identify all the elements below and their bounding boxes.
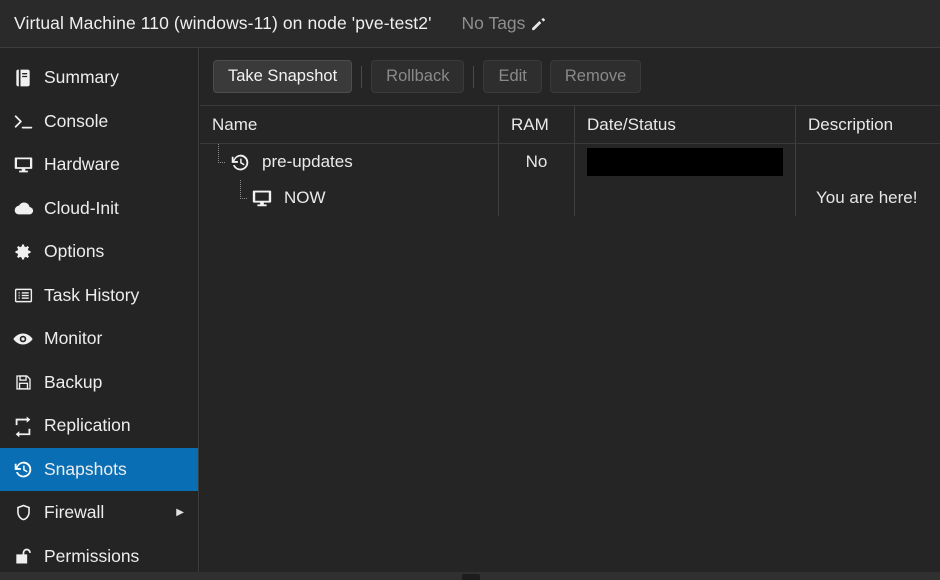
snapshot-name: pre-updates bbox=[262, 152, 353, 171]
remove-button[interactable]: Remove bbox=[549, 60, 642, 93]
sidebar-item-options[interactable]: Options bbox=[0, 230, 198, 274]
sidebar-item-label: Options bbox=[44, 241, 105, 262]
sidebar-item-label: Backup bbox=[44, 371, 103, 392]
proxmox-vm-snapshots-view: Virtual Machine 110 (windows-11) on node… bbox=[0, 0, 940, 580]
sidebar-item-console[interactable]: Console bbox=[0, 100, 198, 144]
history-icon bbox=[10, 459, 36, 480]
snapshot-description-cell bbox=[795, 144, 940, 180]
monitor-icon bbox=[250, 187, 274, 209]
splitter-handle[interactable] bbox=[462, 574, 480, 580]
table-row[interactable]: NOW You are here! bbox=[200, 180, 940, 216]
terminal-icon bbox=[10, 111, 36, 132]
retweet-icon bbox=[10, 415, 36, 437]
sidebar-item-backup[interactable]: Backup bbox=[0, 361, 198, 405]
redaction-box bbox=[587, 148, 783, 176]
snapshot-description-cell: You are here! bbox=[795, 180, 940, 216]
sidebar-item-snapshots[interactable]: Snapshots bbox=[0, 447, 198, 491]
snapshots-toolbar: Take Snapshot Rollback Edit Remove bbox=[200, 48, 940, 105]
snapshot-name-cell[interactable]: pre-updates bbox=[200, 144, 498, 180]
sidebar-item-hardware[interactable]: Hardware bbox=[0, 143, 198, 187]
tree-node: NOW bbox=[210, 180, 326, 216]
table-row[interactable]: pre-updates No bbox=[200, 144, 940, 180]
sidebar-item-task-history[interactable]: Task History bbox=[0, 274, 198, 318]
sidebar-item-monitor[interactable]: Monitor bbox=[0, 317, 198, 361]
tree-connector bbox=[210, 144, 228, 180]
floppy-icon bbox=[10, 373, 36, 392]
column-header-ram[interactable]: RAM bbox=[498, 106, 574, 143]
sidebar-item-label: Summary bbox=[44, 67, 119, 88]
history-icon bbox=[228, 152, 252, 173]
sidebar-item-label: Monitor bbox=[44, 328, 103, 349]
toolbar-separator bbox=[361, 65, 363, 88]
column-header-date-status[interactable]: Date/Status bbox=[574, 106, 795, 143]
sidebar-item-firewall[interactable]: Firewall ▶ bbox=[0, 491, 198, 535]
snapshot-date-cell bbox=[574, 144, 795, 180]
page-title: Virtual Machine 110 (windows-11) on node… bbox=[14, 13, 432, 33]
sidebar-item-label: Firewall bbox=[44, 502, 105, 523]
toolbar-separator bbox=[473, 65, 475, 88]
snapshots-panel: Take Snapshot Rollback Edit Remove Name … bbox=[200, 48, 940, 580]
take-snapshot-button[interactable]: Take Snapshot bbox=[213, 60, 353, 93]
monitor-icon bbox=[10, 154, 36, 175]
tree-connector bbox=[232, 180, 250, 216]
list-icon bbox=[10, 285, 36, 306]
sidebar-item-summary[interactable]: Summary bbox=[0, 56, 198, 100]
sidebar-item-label: Snapshots bbox=[44, 458, 127, 479]
snapshots-grid: Name RAM Date/Status Description pre-upd… bbox=[200, 105, 940, 216]
sidebar-item-label: Task History bbox=[44, 284, 140, 305]
window-header: Virtual Machine 110 (windows-11) on node… bbox=[0, 0, 940, 48]
sidebar: Summary Console Hardware Cloud-Init Opti… bbox=[0, 48, 199, 580]
grid-body: pre-updates No NOW You are here! bbox=[200, 144, 940, 216]
rollback-button[interactable]: Rollback bbox=[371, 60, 465, 93]
book-icon bbox=[10, 68, 36, 88]
shield-icon bbox=[10, 503, 36, 522]
sidebar-item-label: Permissions bbox=[44, 545, 140, 566]
sidebar-item-label: Replication bbox=[44, 415, 131, 436]
snapshot-name-cell[interactable]: NOW bbox=[200, 180, 498, 216]
edit-button[interactable]: Edit bbox=[483, 60, 542, 93]
unlock-icon bbox=[10, 546, 36, 566]
sidebar-item-label: Hardware bbox=[44, 154, 120, 175]
column-header-description[interactable]: Description bbox=[795, 106, 940, 143]
snapshot-name: NOW bbox=[284, 188, 326, 207]
snapshot-ram-cell bbox=[498, 180, 574, 216]
sidebar-item-replication[interactable]: Replication bbox=[0, 404, 198, 448]
sidebar-item-label: Console bbox=[44, 110, 109, 131]
tree-node: pre-updates bbox=[210, 144, 353, 180]
grid-header-row: Name RAM Date/Status Description bbox=[200, 106, 940, 144]
cloud-icon bbox=[10, 197, 36, 219]
column-header-name[interactable]: Name bbox=[200, 106, 498, 143]
sidebar-item-label: Cloud-Init bbox=[44, 197, 119, 218]
pencil-icon[interactable] bbox=[529, 16, 547, 34]
eye-icon bbox=[10, 328, 36, 350]
gear-icon bbox=[10, 242, 36, 262]
tags-group[interactable]: No Tags bbox=[462, 13, 548, 34]
snapshot-date-cell bbox=[574, 180, 795, 216]
sidebar-item-cloud-init[interactable]: Cloud-Init bbox=[0, 187, 198, 231]
chevron-right-icon[interactable]: ▶ bbox=[176, 507, 184, 518]
snapshot-ram-cell: No bbox=[498, 144, 574, 180]
tags-label: No Tags bbox=[461, 13, 526, 33]
